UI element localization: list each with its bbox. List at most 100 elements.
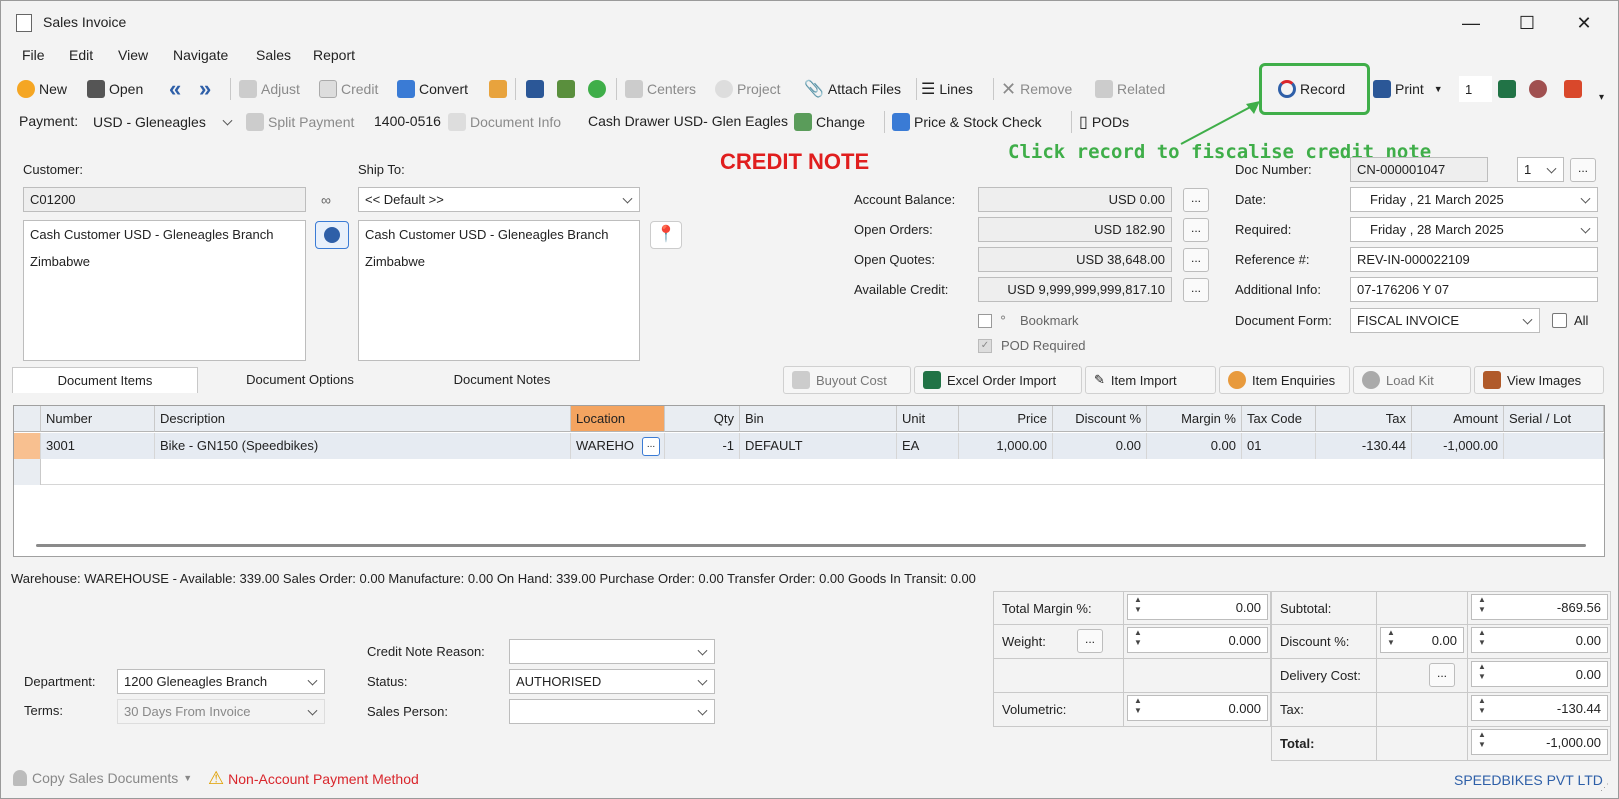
column-header-description[interactable]: Description [155, 406, 571, 432]
required-date-picker[interactable]: Friday , 28 March 2025 [1350, 217, 1598, 242]
centers-button[interactable]: Centers [625, 76, 696, 102]
load-kit-button[interactable]: Load Kit [1353, 366, 1471, 394]
price-stock-check-button[interactable]: Price & Stock Check [892, 109, 1042, 135]
discount-percent-spinner[interactable]: ▲ ▼ [1384, 628, 1398, 652]
column-header-tax[interactable]: Tax [1316, 406, 1412, 432]
item-enquiries-button[interactable]: Item Enquiries [1219, 366, 1350, 394]
column-header-bin[interactable]: Bin [740, 406, 897, 432]
weight-spinner[interactable]: ▲ ▼ [1131, 628, 1145, 652]
change-button[interactable]: Change [794, 109, 865, 135]
cell-number[interactable]: 3001 [41, 433, 155, 459]
credit-note-reason-select[interactable] [509, 639, 715, 664]
remove-button[interactable]: ✕ Remove [1001, 76, 1072, 102]
delivery-cost-value[interactable]: 0.00 [1471, 661, 1608, 687]
pod-required-checkbox[interactable]: ✓ [978, 339, 992, 353]
date-picker[interactable]: Friday , 21 March 2025 [1350, 187, 1598, 212]
account-balance-more-button[interactable]: ... [1183, 188, 1209, 212]
cell-discount[interactable]: 0.00 [1053, 433, 1147, 459]
new-row[interactable] [14, 459, 1604, 485]
open-button[interactable]: Open [87, 76, 143, 102]
discount-value[interactable]: 0.00 [1471, 627, 1608, 653]
credit-button[interactable]: Credit [319, 76, 378, 102]
customer-address[interactable]: Cash Customer USD - Gleneagles Branch Zi… [23, 220, 306, 361]
print-button[interactable]: Print ▼ [1373, 76, 1443, 102]
total-margin-value[interactable]: 0.00 [1127, 594, 1268, 620]
cell-bin[interactable]: DEFAULT [740, 433, 897, 459]
cell-serial-lot[interactable] [1504, 433, 1604, 459]
new-button[interactable]: New [17, 76, 67, 102]
users-button[interactable] [1529, 76, 1547, 102]
project-button[interactable]: Project [715, 76, 781, 102]
horizontal-scrollbar[interactable] [36, 544, 1586, 547]
document-form-select[interactable]: FISCAL INVOICE [1350, 308, 1540, 333]
column-header-location[interactable]: Location [571, 406, 665, 432]
weight-more-button[interactable]: ... [1077, 629, 1103, 653]
print-copies-input[interactable]: 1 [1459, 76, 1492, 102]
reference-input[interactable]: REV-IN-000022109 [1350, 247, 1598, 272]
open-quotes-more-button[interactable]: ... [1183, 248, 1209, 272]
menu-file[interactable]: File [22, 47, 45, 63]
column-header-tax-code[interactable]: Tax Code [1242, 406, 1316, 432]
excel-order-import-button[interactable]: Excel Order Import [914, 366, 1082, 394]
edit-icon-button[interactable] [489, 76, 507, 102]
menu-view[interactable]: View [118, 47, 148, 63]
buyout-cost-button[interactable]: Buyout Cost [783, 366, 911, 394]
save-button[interactable] [526, 76, 544, 102]
all-checkbox[interactable] [1552, 313, 1567, 328]
ship-to-address[interactable]: Cash Customer USD - Gleneagles Branch Zi… [358, 220, 640, 361]
convert-button[interactable]: Convert [397, 76, 468, 102]
copy-sales-documents-button[interactable]: Copy Sales Documents ▼ [13, 770, 192, 786]
close-button[interactable]: ✕ [1564, 9, 1604, 37]
menu-sales[interactable]: Sales [256, 47, 291, 63]
related-button[interactable]: Related [1095, 76, 1165, 102]
delivery-cost-spinner[interactable]: ▲ ▼ [1475, 662, 1489, 686]
cell-amount[interactable]: -1,000.00 [1412, 433, 1504, 459]
additional-info-input[interactable]: 07-176206 Y 07 [1350, 277, 1598, 302]
calendar-button[interactable] [1564, 76, 1582, 102]
doc-number-more-button[interactable]: ... [1570, 158, 1596, 182]
volumetric-value[interactable]: 0.000 [1127, 695, 1268, 721]
clipboard-button[interactable] [557, 76, 575, 102]
minimize-button[interactable]: — [1451, 9, 1491, 37]
column-header-price[interactable]: Price [959, 406, 1053, 432]
column-header-qty[interactable]: Qty [665, 406, 740, 432]
delivery-cost-more-button[interactable]: ... [1429, 663, 1455, 687]
tab-document-notes[interactable]: Document Notes [403, 367, 601, 393]
menu-navigate[interactable]: Navigate [173, 47, 228, 63]
excel-button[interactable] [1498, 76, 1516, 102]
status-select[interactable]: AUTHORISED [509, 669, 715, 694]
toolbar-overflow-icon[interactable]: ▾ [1599, 84, 1604, 110]
open-orders-more-button[interactable]: ... [1183, 218, 1209, 242]
ship-to-select[interactable]: << Default >> [358, 187, 640, 212]
cell-unit[interactable]: EA [897, 433, 959, 459]
customer-lookup-button[interactable] [315, 221, 349, 249]
tab-document-options[interactable]: Document Options [199, 367, 401, 393]
record-button[interactable]: Record [1259, 63, 1370, 115]
menu-edit[interactable]: Edit [69, 47, 93, 63]
doc-copy-select[interactable]: 1 [1517, 157, 1564, 182]
resize-grip-icon[interactable]: ⋰ [1600, 782, 1609, 793]
subtotal-spinner[interactable]: ▲ ▼ [1475, 595, 1489, 619]
total-margin-spinner[interactable]: ▲ ▼ [1131, 595, 1145, 619]
menu-report[interactable]: Report [313, 47, 355, 63]
total-spinner[interactable]: ▲ ▼ [1475, 730, 1489, 754]
department-select[interactable]: 1200 Gleneagles Branch [117, 669, 325, 694]
view-images-button[interactable]: View Images [1474, 366, 1604, 394]
available-credit-more-button[interactable]: ... [1183, 278, 1209, 302]
column-header-margin[interactable]: Margin % [1147, 406, 1242, 432]
cell-price[interactable]: 1,000.00 [959, 433, 1053, 459]
item-import-button[interactable]: ✎ Item Import [1085, 366, 1216, 394]
document-info-button[interactable]: Document Info [448, 109, 561, 135]
row-selector[interactable] [14, 433, 41, 459]
attach-files-button[interactable]: 📎 Attach Files [804, 76, 901, 102]
tab-document-items[interactable]: Document Items [12, 367, 198, 393]
column-header-amount[interactable]: Amount [1412, 406, 1504, 432]
column-header-serial-lot[interactable]: Serial / Lot [1504, 406, 1604, 432]
customer-code-input[interactable]: C01200 [23, 187, 306, 212]
navigate-forward-button[interactable]: » [199, 76, 211, 102]
cell-margin[interactable]: 0.00 [1147, 433, 1242, 459]
volumetric-spinner[interactable]: ▲ ▼ [1131, 696, 1145, 720]
navigate-back-button[interactable]: « [169, 76, 181, 102]
lines-button[interactable]: ☰ Lines [921, 76, 973, 102]
sales-person-select[interactable] [509, 699, 715, 724]
